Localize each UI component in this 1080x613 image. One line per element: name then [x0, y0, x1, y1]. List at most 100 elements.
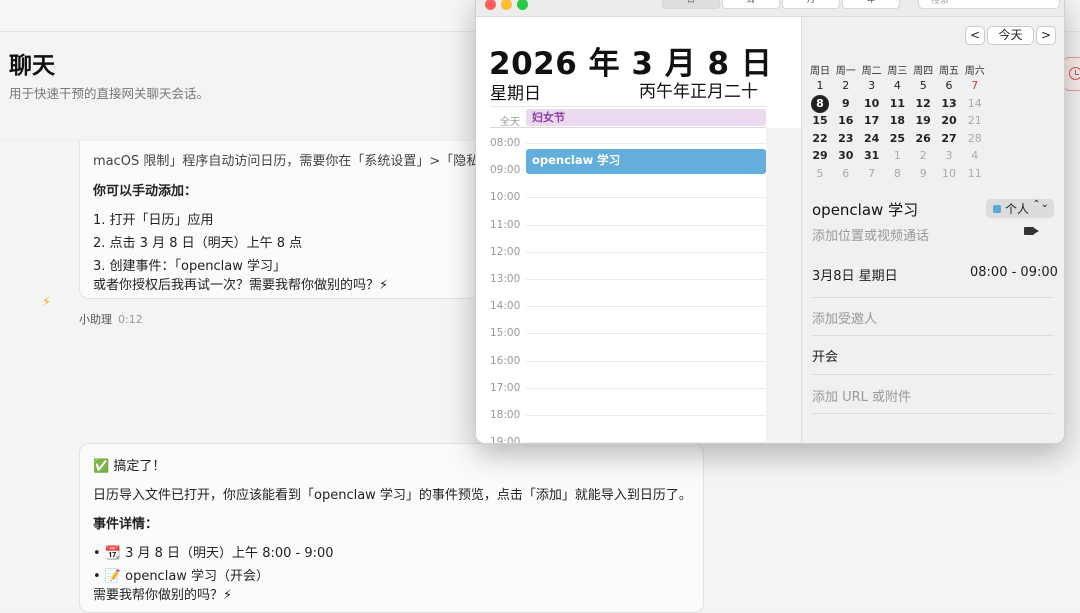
url-field[interactable]: 添加 URL 或附件: [812, 386, 911, 405]
day-weekday: 星期日: [490, 84, 541, 104]
mini-calendar-day[interactable]: 28: [962, 132, 988, 145]
mini-calendar-day[interactable]: 4: [884, 79, 910, 92]
mini-calendar-day[interactable]: 6: [936, 79, 962, 92]
tab-day[interactable]: 日: [662, 0, 720, 9]
mini-calendar-day[interactable]: 7: [962, 79, 988, 92]
mini-calendar-day[interactable]: 31: [859, 149, 885, 162]
next-button[interactable]: >: [1036, 26, 1056, 45]
mini-calendar-day[interactable]: 3: [936, 149, 962, 162]
calendar-toolbar: 日 周 月 年 搜索: [476, 0, 1064, 17]
hour-line: [526, 279, 766, 280]
message-step: 3. 创建事件：「openclaw 学习」: [93, 259, 286, 274]
mini-calendar-day[interactable]: 13: [936, 97, 962, 110]
mini-calendar-day[interactable]: 7: [859, 167, 885, 180]
tab-year[interactable]: 年: [842, 0, 900, 9]
tab-month[interactable]: 月: [782, 0, 840, 9]
mini-calendar-day[interactable]: 2: [910, 149, 936, 162]
invitees-field[interactable]: 添加受邀人: [812, 308, 877, 327]
mini-calendar-day[interactable]: 10: [936, 167, 962, 180]
mini-calendar-day[interactable]: 19: [910, 114, 936, 127]
mini-calendar-weekday: 周三: [887, 66, 908, 77]
mini-calendar-day[interactable]: 6: [833, 167, 859, 180]
message-heading: 事件详情：: [93, 517, 159, 532]
location-field[interactable]: 添加位置或视频通话: [812, 225, 929, 244]
mini-calendar-day[interactable]: 24: [859, 132, 885, 145]
hour-line: [526, 306, 766, 308]
mini-calendar-day[interactable]: 15: [807, 114, 833, 127]
mini-calendar-day[interactable]: 14: [962, 97, 988, 110]
day-view: 2026 年 3 月 8 日 星期日 丙午年正月二十 全天 妇女节 08:00 0…: [476, 17, 801, 443]
mini-calendar-day[interactable]: 11: [962, 167, 988, 180]
mini-calendar-weekday: 周四: [913, 66, 934, 77]
mini-calendar-weekday: 周一: [835, 66, 856, 77]
mini-calendar-day[interactable]: 20: [936, 114, 962, 127]
minimize-window-button[interactable]: [501, 0, 512, 10]
tab-week[interactable]: 周: [722, 0, 780, 9]
hour-label: 17:00: [490, 381, 521, 394]
event-date[interactable]: 3月8日 星期日: [812, 265, 898, 284]
mini-calendar-day[interactable]: 4: [962, 149, 988, 162]
mini-calendar-weekday: 周日: [810, 66, 830, 77]
prev-button[interactable]: <: [965, 26, 985, 45]
message-text: 日历导入文件已打开，你应该能看到「openclaw 学习」的事件预览，点击「添加…: [93, 488, 692, 503]
mini-calendar-day[interactable]: 23: [833, 132, 859, 145]
sender-name: 小助理: [79, 313, 112, 326]
video-call-icon[interactable]: [1024, 227, 1039, 235]
zoom-window-button[interactable]: [517, 0, 528, 10]
inspector-event-title[interactable]: openclaw 学习: [812, 199, 918, 220]
notes-field[interactable]: 开会: [812, 346, 838, 365]
hour-label: 08:00: [490, 137, 521, 149]
mini-calendar-day[interactable]: 3: [859, 79, 885, 92]
assistant-avatar-icon: ⚡: [42, 295, 52, 310]
history-button[interactable]: [1063, 57, 1080, 91]
mini-calendar-day[interactable]: 29: [807, 149, 833, 162]
hour-label: 18:00: [490, 409, 521, 421]
mini-calendar-day[interactable]: 2: [833, 79, 859, 92]
today-button[interactable]: 今天: [987, 26, 1034, 45]
hour-label: 16:00: [490, 354, 521, 367]
mini-calendar-day[interactable]: 11: [884, 97, 910, 110]
mini-calendar-day[interactable]: 12: [910, 97, 936, 110]
mini-calendar-weekday: 周二: [861, 66, 882, 77]
hour-line: [526, 224, 766, 226]
mini-calendar-day[interactable]: 27: [936, 132, 962, 145]
lunar-date: 丙午年正月二十: [639, 82, 758, 102]
mini-calendar-day[interactable]: 8: [884, 167, 910, 180]
calendar-select[interactable]: 个人 ⌃⌄: [986, 199, 1054, 218]
mini-calendar-day[interactable]: 30: [833, 149, 859, 162]
mini-calendar-day[interactable]: 9: [910, 167, 936, 180]
close-window-button[interactable]: [485, 0, 496, 10]
mini-calendar-day[interactable]: 1: [807, 79, 833, 92]
page-title: 聊天: [9, 53, 55, 79]
mini-calendar-day[interactable]: 5: [807, 167, 833, 180]
chevron-updown-icon: ⌃⌄: [1032, 199, 1049, 210]
hour-line: [526, 415, 766, 416]
clock-icon: [1069, 67, 1080, 80]
divider: [812, 413, 1054, 414]
hour-label: 10:00: [490, 191, 521, 204]
mini-calendar-day[interactable]: 22: [807, 132, 833, 145]
message-step: 2. 点击 3 月 8 日（明天）上午 8 点: [93, 236, 303, 251]
message-heading: 你可以手动添加：: [93, 184, 198, 199]
mini-calendar-day[interactable]: 16: [833, 114, 859, 127]
hour-line: [526, 143, 766, 144]
mini-calendar-day[interactable]: 9: [833, 97, 859, 110]
search-input[interactable]: 搜索: [918, 0, 1060, 9]
mini-calendar-day[interactable]: 18: [884, 114, 910, 127]
hour-label: 13:00: [490, 273, 521, 285]
event-openclaw[interactable]: openclaw 学习: [526, 149, 766, 174]
mini-calendar-day[interactable]: 10: [859, 97, 885, 110]
mini-calendar-day[interactable]: 1: [884, 149, 910, 162]
mini-calendar-day[interactable]: 25: [884, 132, 910, 145]
mini-calendar-day[interactable]: 26: [910, 132, 936, 145]
divider: [812, 297, 1054, 298]
divider: [812, 374, 1054, 375]
mini-calendar-day[interactable]: 17: [859, 114, 885, 127]
calendar-color-icon: [993, 205, 1001, 213]
holiday-event[interactable]: 妇女节: [526, 109, 766, 126]
event-time[interactable]: 08:00 - 09:00: [970, 265, 1058, 280]
allday-label: 全天: [500, 117, 520, 128]
mini-calendar-day[interactable]: 21: [962, 114, 988, 127]
mini-calendar-today[interactable]: 8: [811, 94, 829, 113]
mini-calendar-day[interactable]: 5: [910, 79, 936, 92]
